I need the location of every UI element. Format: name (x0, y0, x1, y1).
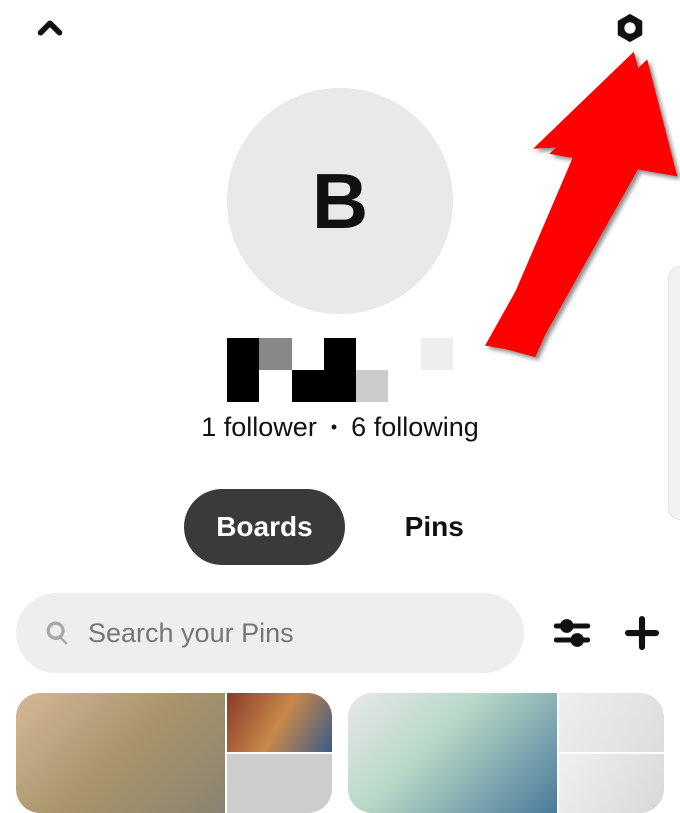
chevron-up-icon (31, 9, 69, 47)
board-card[interactable] (16, 693, 332, 813)
profile-tabs: Boards Pins (0, 489, 680, 565)
scroll-indicator (668, 266, 680, 520)
username-redacted (227, 338, 453, 402)
avatar-initial: B (312, 156, 368, 247)
board-thumb (559, 693, 664, 752)
stats-row: 1 follower • 6 following (0, 412, 680, 443)
separator-dot: • (331, 417, 337, 438)
following-count: 6 (351, 412, 366, 442)
board-side (227, 693, 332, 813)
search-icon (44, 619, 72, 647)
top-bar (0, 0, 680, 48)
avatar[interactable]: B (227, 88, 453, 314)
board-cover (16, 693, 225, 813)
collapse-button[interactable] (30, 8, 70, 48)
settings-button[interactable] (610, 8, 650, 48)
board-thumb (227, 693, 332, 752)
followers-link[interactable]: 1 follower (201, 412, 317, 443)
gear-icon (613, 11, 647, 45)
filter-button[interactable] (550, 611, 594, 655)
following-link[interactable]: 6 following (351, 412, 479, 443)
search-row (0, 593, 680, 673)
board-cover (348, 693, 557, 813)
search-input[interactable] (88, 618, 496, 649)
board-side (559, 693, 664, 813)
board-card[interactable] (348, 693, 664, 813)
sliders-icon (551, 612, 593, 654)
board-grid (0, 673, 680, 813)
following-label: following (374, 412, 479, 442)
avatar-section: B (0, 88, 680, 314)
plus-icon (621, 612, 663, 654)
tab-pins[interactable]: Pins (373, 489, 496, 565)
tab-boards[interactable]: Boards (184, 489, 344, 565)
add-button[interactable] (620, 611, 664, 655)
search-box[interactable] (16, 593, 524, 673)
followers-count: 1 (201, 412, 216, 442)
followers-label: follower (224, 412, 317, 442)
